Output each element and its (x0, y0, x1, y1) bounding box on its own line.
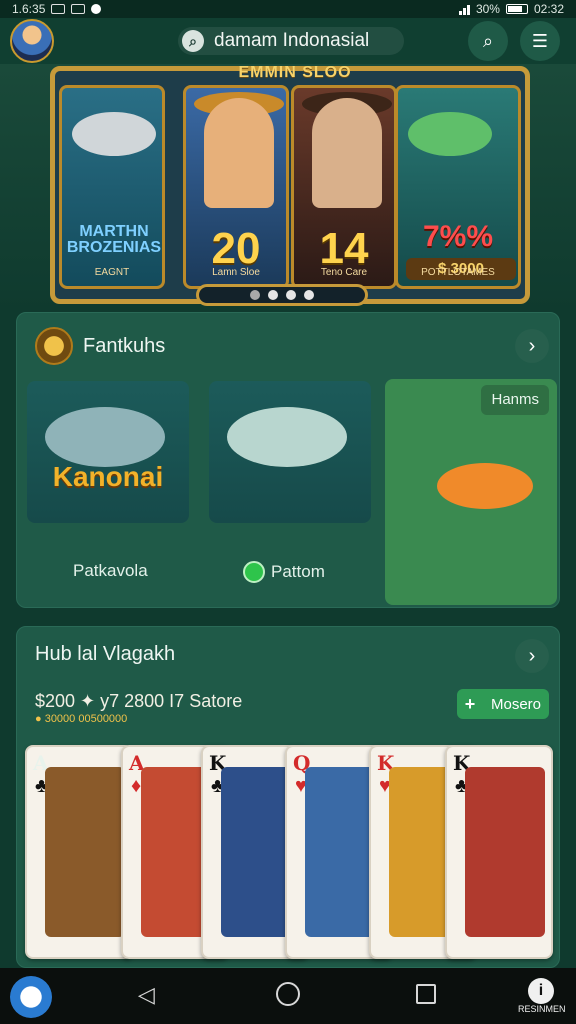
section-title: Fantkuhs (83, 334, 166, 357)
search-text: damam Indonasial (214, 30, 370, 51)
search-icon: ⌕ (182, 30, 204, 52)
playing-card[interactable]: K ♣ (445, 745, 553, 959)
magnifier-icon: ⌕ (482, 30, 494, 51)
goldfish-icon (437, 463, 533, 509)
more-label: Mosero (490, 695, 542, 713)
menu-button[interactable]: ☰ (520, 21, 560, 61)
search-bar[interactable]: ⌕ damam Indonasial (178, 27, 404, 55)
info-button[interactable]: i (528, 978, 554, 1004)
status-time-left: 1.6:35 (12, 2, 46, 16)
card-art (465, 767, 545, 937)
app-logo-icon[interactable] (10, 976, 52, 1018)
recents-button[interactable] (416, 984, 436, 1004)
notification-icon (51, 4, 66, 14)
game-logo: Kanonai (52, 461, 164, 492)
game-tile-3[interactable]: Hanms (385, 379, 557, 605)
record-icon (91, 4, 102, 14)
section-next-button[interactable]: › (515, 639, 549, 673)
menu-icon: ☰ (531, 30, 549, 51)
system-nav-bar: ◁ i RESINMEN (0, 968, 576, 1024)
fish-icon (45, 407, 165, 467)
price-line: $200 ✦ y7 2800 I7 Satore (35, 691, 243, 711)
reel-4[interactable]: 7%% $ 3000 POTTLOTAMES (395, 85, 521, 289)
character-icon (204, 98, 274, 208)
sim-icon (71, 4, 86, 14)
triangle-back-icon: ◁ (138, 982, 155, 1007)
hero-title: EMMIN SLOO (238, 64, 352, 81)
green-fish-icon (408, 112, 492, 156)
signal-icon (458, 4, 470, 15)
status-signal-text: 30% (475, 2, 500, 16)
compass-icon (35, 327, 73, 365)
fish-icon (227, 407, 347, 467)
status-bar: 1.6:35 30% 02:32 (0, 0, 576, 18)
reel-3-caption: Teno Care (320, 267, 368, 278)
featured-games-card: Fantkuhs › Kanonai Hanms Patkavola Patto… (16, 312, 560, 608)
game-chip[interactable]: Hanms (481, 385, 549, 415)
hero-frame: MARTHN BROZENIAS EAGNT 20 Lamn Sloe 14 T… (50, 66, 530, 304)
location-pin-icon (243, 561, 265, 583)
game-tile-2[interactable] (209, 381, 371, 523)
card-games-card: Hub lal Vlagakh › $200 ✦ y7 2800 I7 Sato… (16, 626, 560, 968)
card-suit: ♦ (131, 775, 142, 797)
fish-icon (72, 112, 156, 156)
section-next-button[interactable]: › (515, 329, 549, 363)
reel-4-caption: POTTLOTAMES (421, 267, 495, 278)
chevron-right-icon: › (528, 334, 536, 357)
reel-3[interactable]: 14 Teno Care (291, 85, 397, 289)
section-title: Hub lal Vlagakh (35, 643, 176, 665)
reel-1-logo: MARTHN BROZENIAS (66, 223, 162, 256)
reel-4-value: 7%% (422, 220, 494, 253)
top-app-bar: ⌕ damam Indonasial ⌕ ☰ (0, 18, 576, 64)
character-icon (312, 98, 382, 208)
hero-banner[interactable]: MARTHN BROZENIAS EAGNT 20 Lamn Sloe 14 T… (0, 64, 576, 312)
back-button[interactable]: ◁ (138, 982, 155, 1008)
avatar[interactable] (10, 19, 54, 63)
carousel-dot[interactable] (250, 290, 260, 300)
battery-icon (505, 4, 528, 14)
reel-1[interactable]: MARTHN BROZENIAS EAGNT (59, 85, 165, 289)
carousel-indicator[interactable] (196, 284, 368, 306)
card-art (45, 767, 125, 937)
game-label-2: Pattom (243, 561, 325, 583)
plus-icon: + (464, 693, 476, 714)
game-tile-1[interactable]: Kanonai (27, 381, 189, 523)
section-header: Fantkuhs (35, 327, 165, 365)
carousel-dot[interactable] (286, 290, 296, 300)
game-label-1: Patkavola (73, 561, 148, 580)
home-button[interactable] (276, 982, 300, 1006)
price-subline: ● 30000 00500000 (35, 713, 128, 725)
game-label-2-text: Pattom (271, 562, 325, 581)
playing-cards-row: A ♣ A ♦ K ♣ Q ♥ K ♥ K ♣ (25, 745, 553, 959)
search-button[interactable]: ⌕ (468, 21, 508, 61)
playing-card[interactable]: A ♣ (25, 745, 133, 959)
reel-2[interactable]: 20 Lamn Sloe (183, 85, 289, 289)
chevron-right-icon: › (528, 644, 536, 667)
more-button[interactable]: + Mosero (457, 689, 549, 719)
reel-1-caption: EAGNT (94, 267, 130, 278)
carousel-dot[interactable] (304, 290, 314, 300)
status-time-right: 02:32 (533, 2, 564, 16)
info-caption: RESINMEN (518, 1004, 566, 1014)
carousel-dot[interactable] (268, 290, 278, 300)
info-icon: i (538, 982, 544, 999)
reel-2-caption: Lamn Sloe (212, 267, 260, 278)
